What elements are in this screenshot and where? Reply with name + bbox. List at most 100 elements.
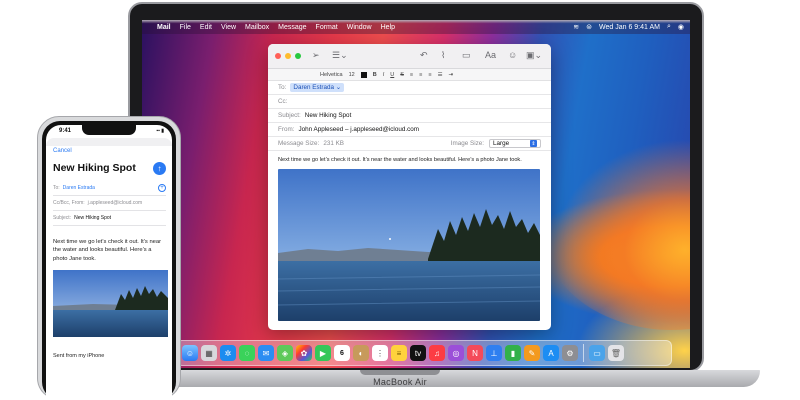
photos-icon[interactable]: ✿ (296, 345, 312, 361)
calendar-icon[interactable]: 6 (334, 345, 350, 361)
iphone-signature[interactable]: Sent from my iPhone (53, 353, 104, 359)
align-center-icon[interactable]: ≡ (419, 72, 422, 78)
launchpad-icon[interactable]: ▦ (201, 345, 217, 361)
app-store-icon[interactable]: A (543, 345, 559, 361)
numbers-icon[interactable]: ▮ (505, 345, 521, 361)
menu-message[interactable]: Message (278, 24, 306, 31)
subject-label: Subject: (278, 112, 301, 119)
menu-window[interactable]: Window (347, 24, 372, 31)
emoji-icon[interactable]: ☺ (508, 50, 517, 60)
iphone-time: 9:41 (59, 128, 72, 134)
downloads-folder-icon[interactable]: ▭ (589, 345, 605, 361)
pages-icon[interactable]: ✎ (524, 345, 540, 361)
send-icon[interactable]: ➢ (312, 50, 320, 61)
menu-mailbox[interactable]: Mailbox (245, 24, 269, 31)
menu-app-name[interactable]: Mail (157, 24, 171, 31)
iphone-subject-label: Subject: (53, 215, 72, 221)
bold-button[interactable]: B (373, 72, 377, 78)
iphone-lake-photo-image (53, 270, 168, 337)
wifi-icon[interactable]: ≋ (573, 23, 579, 31)
iphone-subject-row[interactable]: Subject: New Hiking Spot (53, 211, 166, 226)
menu-clock[interactable]: Wed Jan 6 9:41 AM (599, 24, 660, 31)
add-contact-icon[interactable]: + (158, 184, 166, 192)
music-icon[interactable]: ♫ (429, 345, 445, 361)
finder-icon[interactable]: ☺ (182, 345, 198, 361)
trash-icon[interactable]: 🗑 (608, 345, 624, 361)
reminders-icon[interactable]: ⋮ (372, 345, 388, 361)
facetime-icon[interactable]: ▶ (315, 345, 331, 361)
iphone-message-body[interactable]: Next time we go let’s check it out. It’s… (53, 238, 167, 263)
format-icon[interactable]: Aa (485, 50, 496, 60)
lake-photo[interactable] (278, 169, 540, 321)
news-icon[interactable]: N (467, 345, 483, 361)
zoom-button[interactable] (295, 53, 301, 59)
reply-icon[interactable]: ↶ (420, 50, 428, 61)
text-color-swatch[interactable] (360, 71, 367, 78)
underline-button[interactable]: U (390, 72, 394, 78)
message-size-label: Message Size: (278, 140, 320, 147)
font-size-select[interactable]: 12 (349, 72, 355, 78)
safari-icon[interactable]: ✲ (220, 345, 236, 361)
notes-icon[interactable]: ≡ (391, 345, 407, 361)
dock: ☺ ▦ ✲ ◌ ✉ ◈ ✿ ▶ 6 ◐ ⋮ ≡ tv ♫ ◎ N ⊥ ▮ ✎ A… (176, 340, 672, 366)
subject-row[interactable]: Subject: New Hiking Spot (268, 109, 551, 123)
chevron-updown-icon: ⇕ (530, 140, 537, 147)
dock-separator (583, 344, 584, 362)
to-recipient-token[interactable]: Daren Estrada ⌄ (290, 83, 345, 92)
iphone-lake-photo[interactable] (53, 270, 168, 337)
messages-icon[interactable]: ◌ (239, 345, 255, 361)
align-left-icon[interactable]: ≡ (410, 72, 413, 78)
send-arrow-icon[interactable]: ↑ (153, 162, 166, 175)
subject-field[interactable]: New Hiking Spot (305, 112, 352, 119)
from-select[interactable]: John Appleseed – j.appleseed@icloud.com (298, 126, 419, 133)
control-center-icon[interactable]: ⊜ (586, 23, 592, 31)
strikethrough-button[interactable]: S (400, 72, 404, 78)
menu-status-area: ≋ ⊜ Wed Jan 6 9:41 AM ⌕ ◉ (573, 23, 684, 31)
minimize-button[interactable] (285, 53, 291, 59)
list-icon[interactable]: ☰ (438, 72, 443, 78)
from-label: From: (278, 126, 295, 133)
apple-tv-icon[interactable]: tv (410, 345, 426, 361)
podcasts-icon[interactable]: ◎ (448, 345, 464, 361)
menu-view[interactable]: View (221, 24, 236, 31)
photo-browser-icon[interactable]: ▣⌄ (526, 50, 542, 61)
menu-format[interactable]: Format (316, 24, 338, 31)
close-button[interactable] (275, 53, 281, 59)
iphone-to-recipient[interactable]: Daren Estrada (63, 185, 95, 191)
iphone-to-row[interactable]: To: Daren Estrada + (53, 181, 166, 196)
cancel-button[interactable]: Cancel (53, 148, 72, 154)
image-size-group: Image Size: Large ⇕ (451, 139, 551, 148)
window-controls (275, 53, 301, 59)
iphone-notch (82, 125, 136, 135)
compose-sheet-grabber (46, 138, 172, 146)
product-scene: Mail File Edit View Mailbox Message Form… (0, 0, 800, 400)
compose-window: ➢ ☰⌄ ↶ ⌇ ▭ Aa ☺ ▣⌄ Helvetica 12 B I U S … (268, 44, 551, 330)
mail-icon[interactable]: ✉ (258, 345, 274, 361)
maps-icon[interactable]: ◈ (277, 345, 293, 361)
iphone-subject-field[interactable]: New Hiking Spot (74, 215, 111, 221)
iphone-screen: 9:41 ▪▪ ▮ Cancel New Hiking Spot ↑ To: D… (46, 125, 172, 400)
align-right-icon[interactable]: ≡ (428, 72, 431, 78)
message-body[interactable]: Next time we go let’s check it out. It’s… (268, 151, 551, 169)
font-select[interactable]: Helvetica (320, 72, 343, 78)
menu-help[interactable]: Help (381, 24, 395, 31)
menu-edit[interactable]: Edit (200, 24, 212, 31)
indent-icon[interactable]: ⇥ (449, 72, 454, 78)
spotlight-icon[interactable]: ⌕ (667, 23, 671, 31)
compose-toolbar: ➢ ☰⌄ ↶ ⌇ ▭ Aa ☺ ▣⌄ (268, 44, 551, 69)
italic-button[interactable]: I (383, 72, 385, 78)
cc-row[interactable]: Cc: (268, 95, 551, 109)
menu-file[interactable]: File (180, 24, 191, 31)
attach-icon[interactable]: ⌇ (441, 50, 445, 61)
iphone-to-label: To: (53, 185, 60, 191)
image-size-label: Image Size: (450, 140, 484, 147)
keynote-icon[interactable]: ⊥ (486, 345, 502, 361)
siri-icon[interactable]: ◉ (678, 23, 684, 31)
system-preferences-icon[interactable]: ⚙ (562, 345, 578, 361)
iphone-ccbcc-row[interactable]: Cc/Bcc, From: j.appleseed@icloud.com (53, 196, 166, 211)
markup-icon[interactable]: ▭ (462, 50, 471, 61)
macbook-notch (360, 370, 440, 375)
image-size-select[interactable]: Large ⇕ (489, 139, 541, 148)
contacts-icon[interactable]: ◐ (353, 345, 369, 361)
header-fields-icon[interactable]: ☰⌄ (332, 50, 348, 61)
